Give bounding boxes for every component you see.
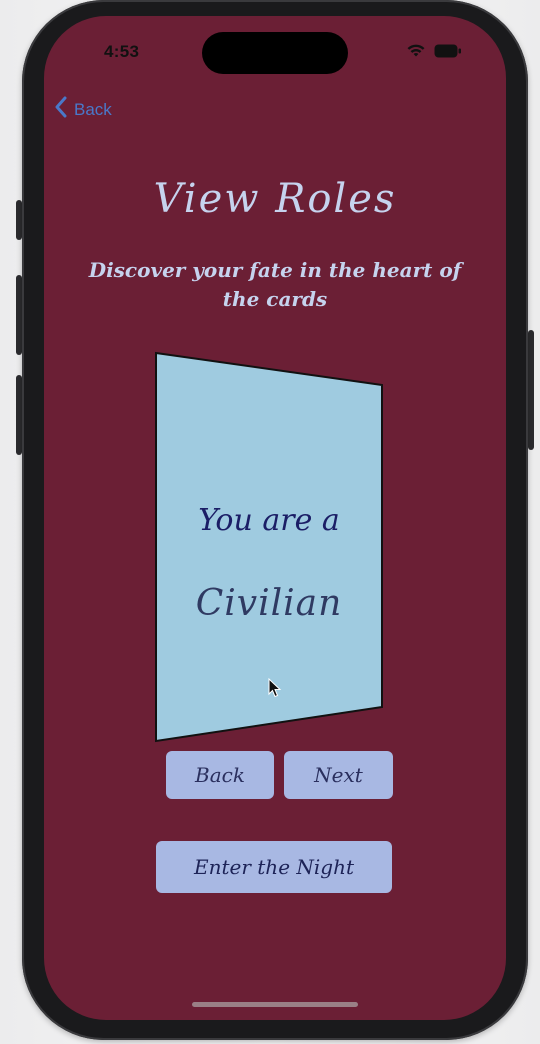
enter-night-button[interactable]: Enter the Night bbox=[156, 841, 392, 893]
role-name: Civilian bbox=[195, 583, 343, 624]
home-indicator[interactable] bbox=[192, 1002, 358, 1007]
battery-icon bbox=[434, 43, 462, 62]
chevron-left-icon bbox=[54, 96, 68, 123]
page-title: View Roles bbox=[153, 176, 397, 222]
power-button bbox=[528, 330, 534, 450]
wifi-icon bbox=[406, 43, 426, 62]
status-icons bbox=[406, 43, 462, 62]
nav-back-button[interactable]: Back bbox=[54, 96, 112, 123]
app-screen: 4:53 Back View Roles Discover your fate … bbox=[44, 16, 506, 1020]
mouse-pointer-icon bbox=[268, 677, 282, 702]
page-subtitle: Discover your fate in the heart of the c… bbox=[88, 258, 462, 311]
next-card-button[interactable]: Next bbox=[284, 751, 393, 799]
nav-back-label: Back bbox=[74, 99, 112, 119]
device-frame-area: 4:53 Back View Roles Discover your fate … bbox=[0, 0, 540, 1044]
previous-card-button[interactable]: Back bbox=[166, 751, 274, 799]
status-time: 4:53 bbox=[104, 42, 140, 61]
role-intro-text: You are a bbox=[198, 503, 340, 538]
dynamic-island bbox=[202, 32, 348, 74]
